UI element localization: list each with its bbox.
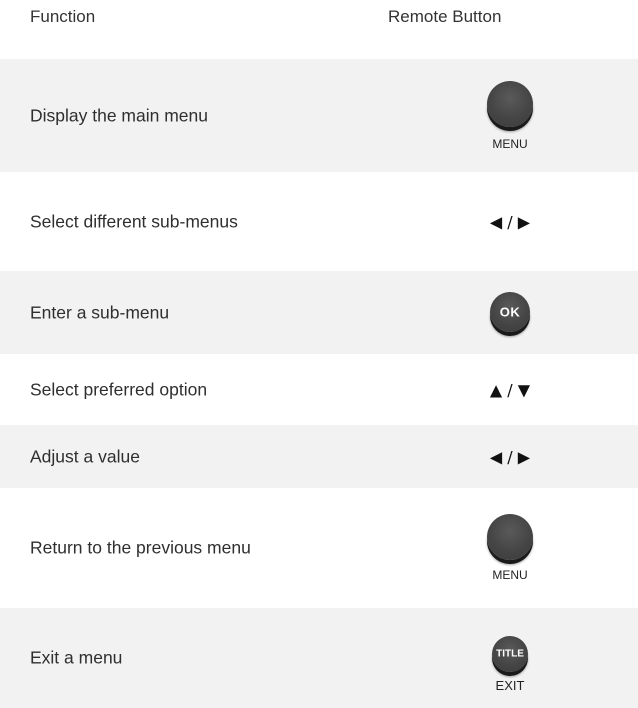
table-row: Exit a menu TITLE EXIT <box>0 608 638 708</box>
menu-button-icon <box>487 514 533 560</box>
remote-button-cell: ▲ / ▼ <box>480 354 540 425</box>
function-label: Adjust a value <box>30 446 140 466</box>
left-right-arrows-icon: ◀ / ▶ <box>489 212 531 231</box>
function-label: Return to the previous menu <box>30 537 251 558</box>
remote-button-cell: TITLE EXIT <box>480 608 540 708</box>
table-row: Enter a sub-menu OK <box>0 271 638 354</box>
table-row: Select different sub-menus ◀ / ▶ <box>0 172 638 271</box>
function-column-header: Function <box>30 7 96 26</box>
up-down-arrows-icon: ▲ / ▼ <box>489 380 531 399</box>
table-row: Return to the previous menu MENU <box>0 488 638 608</box>
title-exit-button-icon: TITLE <box>492 636 528 672</box>
function-label: Display the main menu <box>30 105 208 125</box>
ok-button-icon: OK <box>490 292 530 332</box>
remote-button-cell: MENU <box>480 59 540 172</box>
function-label: Select preferred option <box>30 379 208 399</box>
remote-button-column-header: Remote Button <box>388 7 502 26</box>
remote-button-cell: ◀ / ▶ <box>480 425 540 488</box>
function-label: Select different sub-menus <box>30 211 238 231</box>
remote-button-cell: ◀ / ▶ <box>480 172 540 271</box>
table-row: Adjust a value ◀ / ▶ <box>0 425 638 488</box>
button-caption: MENU <box>492 137 528 151</box>
function-label: Enter a sub-menu <box>30 302 170 322</box>
table-row: Display the main menu MENU <box>0 59 638 172</box>
function-label: Exit a menu <box>30 647 123 668</box>
button-caption: EXIT <box>495 678 525 693</box>
button-caption: MENU <box>492 568 528 582</box>
table-row: Select preferred option ▲ / ▼ <box>0 354 638 425</box>
menu-button-icon <box>487 81 533 127</box>
ok-button-text: OK <box>499 304 521 320</box>
table-header: Function Remote Button <box>0 0 638 38</box>
remote-button-cell: MENU <box>480 488 540 608</box>
title-button-text: TITLE <box>496 648 524 660</box>
left-right-arrows-icon: ◀ / ▶ <box>489 447 531 466</box>
remote-button-cell: OK <box>480 271 540 354</box>
